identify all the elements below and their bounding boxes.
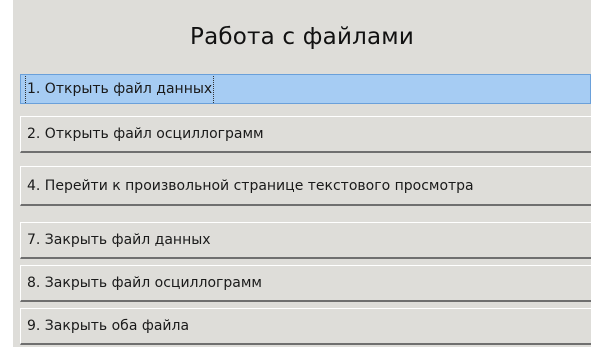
menu-item-close-oscillogram-file[interactable]: 8. Закрыть файл осциллограмм (20, 265, 591, 302)
menu-item-label: 8. Закрыть файл осциллограмм (27, 275, 262, 291)
menu-item-open-data-file[interactable]: 1. Открыть файл данных (20, 74, 591, 104)
menu-item-close-both-files[interactable]: 9. Закрыть оба файла (20, 308, 591, 345)
menu-item-label: 1. Открыть файл данных (24, 75, 215, 103)
menu-item-open-oscillogram-file[interactable]: 2. Открыть файл осциллограмм (20, 116, 591, 153)
menu-item-goto-text-page[interactable]: 4. Перейти к произвольной странице текст… (20, 166, 591, 206)
file-operations-panel: Работа с файлами 1. Открыть файл данных … (13, 0, 591, 347)
menu-item-close-data-file[interactable]: 7. Закрыть файл данных (20, 222, 591, 259)
menu-item-label: 7. Закрыть файл данных (27, 232, 211, 248)
menu-item-label: 9. Закрыть оба файла (27, 318, 190, 334)
panel-title: Работа с файлами (190, 24, 414, 50)
menu-item-label: 2. Открыть файл осциллограмм (27, 126, 264, 142)
menu-item-label: 4. Перейти к произвольной странице текст… (27, 178, 474, 194)
